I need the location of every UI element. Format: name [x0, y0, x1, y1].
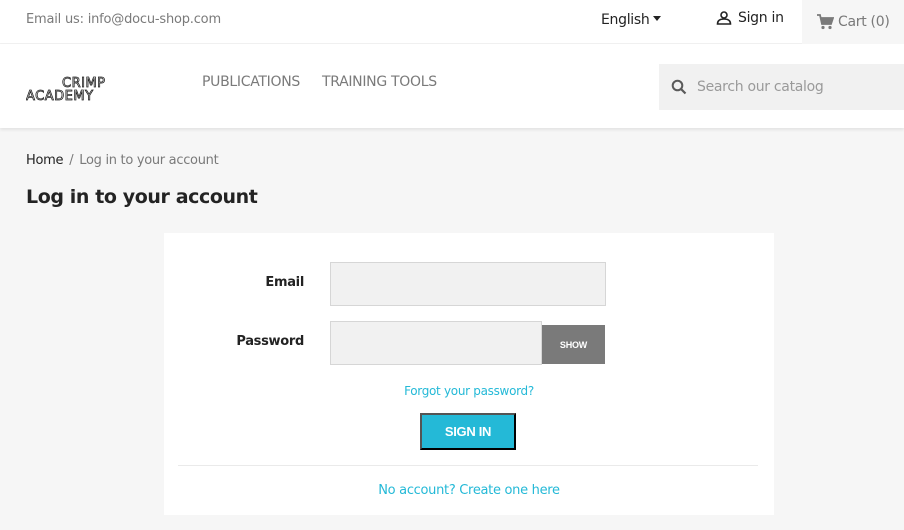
main-content: Home / Log in to your account Log in to yo… — [0, 128, 904, 530]
search-input[interactable] — [697, 79, 877, 95]
site-logo[interactable]: CRIMP ACADEMY — [26, 74, 150, 106]
sign-in-label: Sign in — [738, 10, 784, 26]
password-label: Password — [236, 334, 304, 349]
language-selector[interactable]: English — [601, 12, 662, 28]
login-form: Email Password SHOW Forgot your password… — [164, 233, 774, 515]
forgot-password-link[interactable]: Forgot your password? — [164, 384, 774, 398]
breadcrumb: Home / Log in to your account — [26, 153, 219, 168]
email-label: Email — [265, 275, 304, 290]
email-field[interactable] — [330, 262, 606, 306]
page-title: Log in to your account — [26, 186, 258, 208]
breadcrumb-separator: / — [69, 153, 74, 168]
create-account-link[interactable]: No account? Create one here — [164, 483, 774, 498]
shopping-cart-icon — [817, 14, 834, 30]
crimp-academy-logo: CRIMP ACADEMY — [26, 76, 106, 105]
menu-item-publications[interactable]: PUBLICATIONS — [202, 74, 300, 90]
show-password-button[interactable]: SHOW — [542, 325, 605, 364]
password-field[interactable] — [330, 321, 542, 365]
search-icon[interactable] — [671, 79, 687, 95]
user-icon — [716, 11, 732, 25]
form-divider — [178, 465, 758, 466]
caret-down-icon — [653, 16, 662, 21]
breadcrumb-current: Log in to your account — [79, 153, 219, 168]
logo-text-bottom: ACADEMY — [26, 89, 94, 104]
main-menu: PUBLICATIONS TRAINING TOOLS — [202, 74, 437, 90]
breadcrumb-home[interactable]: Home — [26, 153, 64, 168]
sign-in-link[interactable]: Sign in — [716, 10, 784, 26]
search-box — [659, 64, 904, 110]
language-label: English — [601, 12, 650, 28]
cart-label: Cart (0) — [838, 14, 890, 30]
contact-email[interactable]: Email us: info@docu-shop.com — [26, 12, 221, 27]
cart-button[interactable]: Cart (0) — [802, 0, 904, 44]
top-nav-bar: Email us: info@docu-shop.com English Sig… — [0, 0, 904, 44]
sign-in-button[interactable]: SIGN IN — [420, 413, 516, 450]
site-header: CRIMP ACADEMY PUBLICATIONS TRAINING TOOL… — [0, 44, 904, 128]
menu-item-training-tools[interactable]: TRAINING TOOLS — [322, 74, 437, 90]
